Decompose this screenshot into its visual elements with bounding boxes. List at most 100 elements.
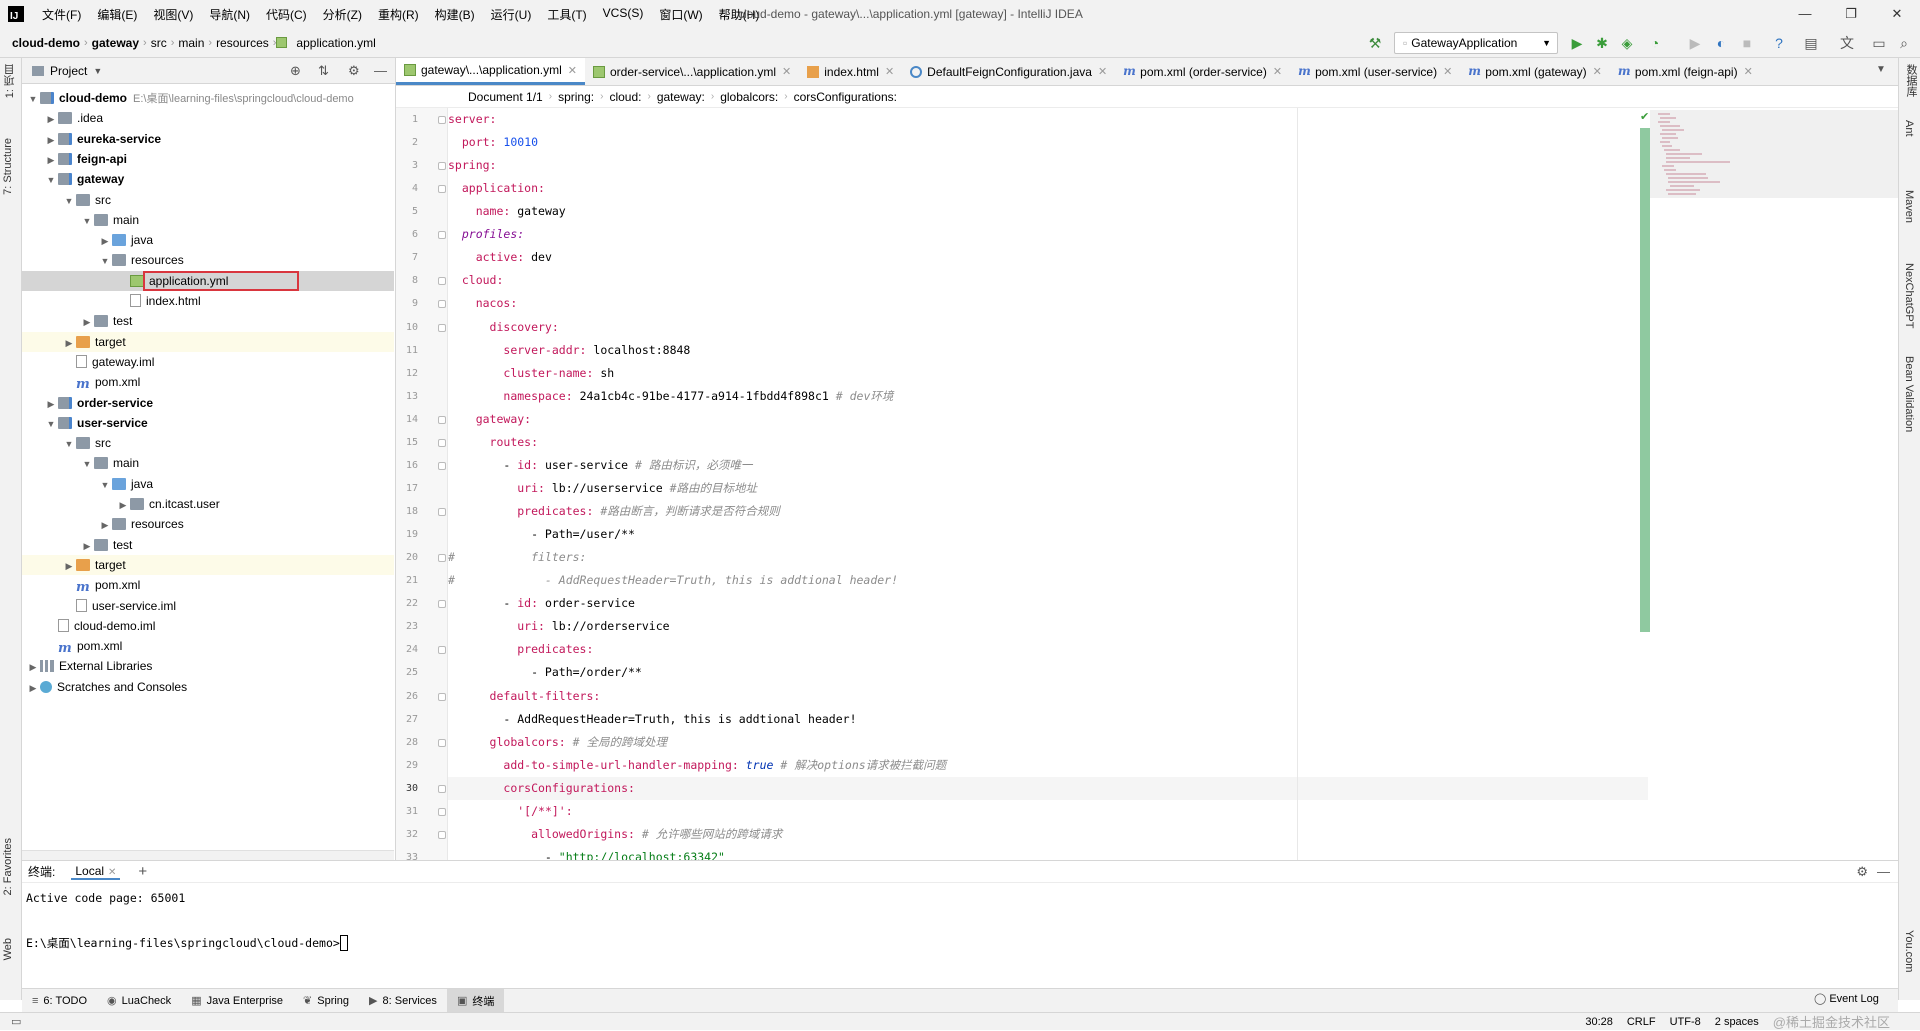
code-line[interactable]: name: gateway xyxy=(448,200,1648,223)
tree-node[interactable]: m pom.xml xyxy=(22,636,394,656)
fold-marker-icon[interactable] xyxy=(438,784,446,793)
tree-node[interactable]: ▶ target xyxy=(22,331,394,353)
breadcrumb-item[interactable]: resources xyxy=(212,36,273,50)
fold-marker-icon[interactable] xyxy=(438,807,446,816)
code-line[interactable]: port: 10010 xyxy=(448,131,1648,154)
stop-icon[interactable]: ■ xyxy=(1736,32,1758,54)
collapsed-arrow-icon[interactable]: ▶ xyxy=(44,109,58,129)
fold-marker-icon[interactable] xyxy=(438,646,446,655)
collapsed-arrow-icon[interactable]: ▶ xyxy=(44,150,58,170)
editor-tab[interactable]: m pom.xml (feign-api) ✕ xyxy=(1610,58,1761,85)
fold-marker-icon[interactable] xyxy=(438,185,446,194)
coverage-icon[interactable]: ◈ xyxy=(1616,32,1638,54)
menu-item[interactable]: VCS(S) xyxy=(595,6,652,23)
tree-node[interactable]: gateway.iml xyxy=(22,352,394,372)
code-line[interactable]: # - AddRequestHeader=Truth, this is addt… xyxy=(448,569,1648,592)
tree-node[interactable]: ▶ External Libraries xyxy=(22,656,394,676)
code-line[interactable]: discovery: xyxy=(448,316,1648,339)
event-log[interactable]: ◯ Event Log xyxy=(1814,992,1879,1006)
code-line[interactable]: - Path=/user/** xyxy=(448,523,1648,546)
caret-position[interactable]: 30:28 xyxy=(1578,1016,1620,1028)
terminal-prompt[interactable]: E:\桌面\learning-files\springcloud\cloud-d… xyxy=(26,935,348,951)
close-tab-icon[interactable]: ✕ xyxy=(1593,65,1602,78)
menu-item[interactable]: 重构(R) xyxy=(370,6,427,23)
profile-icon[interactable]: ◔ xyxy=(1644,32,1666,54)
tree-node[interactable]: ▶ cn.itcast.user xyxy=(22,494,394,514)
menu-item[interactable]: 代码(C) xyxy=(258,6,315,23)
editor-tab[interactable]: order-service\...\application.yml ✕ xyxy=(585,58,799,85)
fold-marker-icon[interactable] xyxy=(438,323,446,332)
menu-item[interactable]: 导航(N) xyxy=(201,6,258,23)
code-line[interactable]: server: xyxy=(448,108,1648,131)
collapsed-arrow-icon[interactable]: ▶ xyxy=(62,333,76,353)
close-tab-icon[interactable]: ✕ xyxy=(1273,65,1282,78)
code-line[interactable]: '[/**]': xyxy=(448,800,1648,823)
translate-icon[interactable]: 文 xyxy=(1836,32,1858,54)
tree-node[interactable]: cloud-demo.iml xyxy=(22,616,394,636)
editor-tab[interactable]: gateway\...\application.yml ✕ xyxy=(396,58,585,85)
fold-marker-icon[interactable] xyxy=(438,830,446,839)
tree-node[interactable]: ▶ test xyxy=(22,311,394,331)
close-tab-icon[interactable]: ✕ xyxy=(568,64,577,77)
collapsed-arrow-icon[interactable]: ▶ xyxy=(80,312,94,332)
breadcrumb-item[interactable]: cloud-demo xyxy=(8,36,84,50)
code-line[interactable]: - AddRequestHeader=Truth, this is addtio… xyxy=(448,708,1648,731)
code-line[interactable]: - id: order-service xyxy=(448,592,1648,615)
tree-node[interactable]: ▶ resources xyxy=(22,514,394,534)
code-line[interactable]: add-to-simple-url-handler-mapping: true … xyxy=(448,754,1648,777)
editor-breadcrumb-item[interactable]: corsConfigurations: xyxy=(788,90,903,104)
expanded-arrow-icon[interactable]: ▼ xyxy=(80,454,94,474)
editor-tab[interactable]: index.html ✕ xyxy=(799,58,902,85)
code-line[interactable]: server-addr: localhost:8848 xyxy=(448,339,1648,362)
code-line[interactable]: default-filters: xyxy=(448,685,1648,708)
gear-icon[interactable]: ⚙ xyxy=(348,63,360,79)
hide-panel-icon[interactable]: — xyxy=(1877,864,1890,879)
code-line[interactable]: - "http://localhost:63342" xyxy=(448,846,1648,860)
search-icon[interactable]: ⌕ xyxy=(1893,32,1915,54)
project-view-select[interactable]: Project xyxy=(50,64,87,78)
tree-node[interactable]: ▶ order-service xyxy=(22,393,394,413)
expanded-arrow-icon[interactable]: ▼ xyxy=(98,475,112,495)
tree-node[interactable]: ▼ java xyxy=(22,474,394,494)
close-tab-icon[interactable]: ✕ xyxy=(1744,65,1753,78)
tree-node[interactable]: index.html xyxy=(22,291,394,311)
breadcrumb-item[interactable]: src xyxy=(147,36,171,50)
tree-node[interactable]: ▶ Scratches and Consoles xyxy=(22,677,394,697)
gear-icon[interactable]: ⚙ xyxy=(1856,864,1868,880)
fold-marker-icon[interactable] xyxy=(438,738,446,747)
debug-icon[interactable]: ✱ xyxy=(1591,32,1613,54)
tabs-overflow-chevron-icon[interactable]: ▼ xyxy=(1876,64,1886,75)
collapsed-arrow-icon[interactable]: ▶ xyxy=(116,495,130,515)
fold-marker-icon[interactable] xyxy=(438,300,446,309)
build-hammer-icon[interactable]: ⚒ xyxy=(1364,32,1386,54)
tool-tab-web[interactable]: Web xyxy=(2,938,14,960)
fold-marker-icon[interactable] xyxy=(438,508,446,517)
code-line[interactable]: spring: xyxy=(448,154,1648,177)
fold-marker-icon[interactable] xyxy=(438,231,446,240)
collapsed-arrow-icon[interactable]: ▶ xyxy=(44,130,58,150)
editor-breadcrumb-item[interactable]: Document 1/1 xyxy=(462,90,549,104)
code-line[interactable]: predicates: #路由断言，判断请求是否符合规则 xyxy=(448,500,1648,523)
tree-node[interactable]: ▶ .idea xyxy=(22,108,394,128)
tree-node[interactable]: m pom.xml xyxy=(22,372,394,392)
fold-marker-icon[interactable] xyxy=(438,692,446,701)
fold-marker-icon[interactable] xyxy=(438,600,446,609)
editor-tab[interactable]: m pom.xml (user-service) ✕ xyxy=(1290,58,1460,85)
fold-marker-icon[interactable] xyxy=(438,554,446,563)
indent-setting[interactable]: 2 spaces xyxy=(1708,1016,1766,1028)
editor-breadcrumb-item[interactable]: spring: xyxy=(552,90,600,104)
expanded-arrow-icon[interactable]: ▼ xyxy=(98,251,112,271)
expanded-arrow-icon[interactable]: ▼ xyxy=(62,434,76,454)
horizontal-scrollbar[interactable] xyxy=(22,850,394,860)
editor-breadcrumb-item[interactable]: gateway: xyxy=(651,90,711,104)
tree-node[interactable]: ▼ gateway xyxy=(22,169,394,189)
editor-breadcrumb-item[interactable]: globalcors: xyxy=(714,90,784,104)
fold-marker-icon[interactable] xyxy=(438,438,446,447)
tree-node[interactable]: ▶ test xyxy=(22,535,394,555)
collapsed-arrow-icon[interactable]: ▶ xyxy=(26,678,40,698)
code-line[interactable]: gateway: xyxy=(448,408,1648,431)
bottom-tool-button[interactable]: ▦ Java Enterprise xyxy=(181,989,293,1013)
tool-tab-project[interactable]: 1: 项目 xyxy=(2,64,18,98)
expanded-arrow-icon[interactable]: ▼ xyxy=(44,170,58,190)
code-line[interactable]: - Path=/order/** xyxy=(448,661,1648,684)
